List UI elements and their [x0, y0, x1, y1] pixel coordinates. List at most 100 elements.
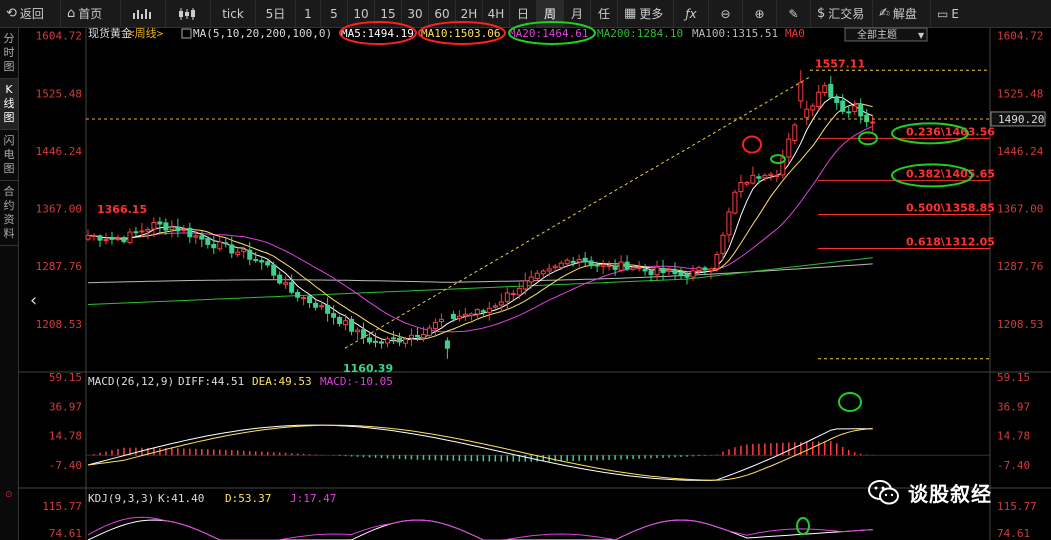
chart-area: 1604.72 1604.72 1525.48 1525.48 1446.24 1446.… — [18, 21, 1051, 540]
price-tick-right: 1287.76 — [997, 260, 1043, 273]
candle-body — [480, 310, 486, 313]
ma100-line — [87, 263, 873, 284]
candle-body — [810, 105, 816, 111]
candle-body — [870, 121, 876, 124]
candle-body — [630, 267, 636, 270]
candle-body — [151, 221, 157, 230]
candle-body — [109, 237, 115, 240]
candle-body — [798, 82, 804, 102]
candle-body — [498, 301, 504, 306]
candle-body — [624, 261, 630, 270]
candle-body — [444, 340, 450, 349]
price-tick-left: 1604.72 — [36, 30, 82, 43]
kdj-legend: D:53.37 — [225, 492, 271, 505]
candle-body — [325, 304, 331, 314]
candle-body — [462, 313, 468, 317]
chevron-left-icon: ‹ — [30, 290, 37, 311]
candle-body — [438, 318, 444, 322]
low-label: 1160.39 — [343, 362, 393, 375]
candle-body — [319, 305, 325, 308]
candle-body — [522, 280, 528, 290]
macd-legend: MACD:-10.05 — [320, 375, 393, 388]
price-tick-right: 1208.53 — [997, 318, 1043, 331]
candle-body — [331, 313, 337, 318]
candle-body — [504, 292, 510, 302]
candle-body — [337, 316, 343, 325]
candle-body — [414, 334, 420, 337]
candle-body — [654, 266, 660, 276]
candle-body — [804, 108, 810, 118]
price-tick-left: 1525.48 — [36, 87, 82, 100]
candle-body — [169, 226, 175, 230]
candle-body — [355, 329, 361, 333]
candle-body — [786, 138, 792, 158]
candle-body — [115, 238, 121, 241]
candle-body — [612, 265, 618, 270]
price-tick-right: 1604.72 — [997, 30, 1043, 43]
macd-dea-line — [87, 424, 873, 481]
candle-body — [552, 265, 558, 269]
candle-body — [636, 267, 642, 270]
price-tick-left: 1367.00 — [36, 203, 82, 216]
candle-body — [492, 305, 498, 308]
candle-body — [558, 262, 564, 268]
candle-body — [223, 242, 229, 245]
candle-body — [510, 293, 516, 296]
macd-legend: DEA:49.53 — [252, 375, 312, 388]
price-tick-right: 1446.24 — [997, 145, 1044, 158]
candle-body — [133, 231, 139, 234]
candle-body — [852, 105, 858, 112]
candle-body — [618, 261, 624, 271]
kdj-legend: KDJ(9,3,3) — [88, 492, 154, 505]
candle-body — [792, 124, 798, 141]
candle-body — [271, 264, 277, 276]
candle-body — [678, 271, 684, 276]
candle-body — [726, 211, 732, 236]
candle-body — [594, 264, 600, 267]
candle-body — [229, 244, 235, 254]
candle-body — [570, 260, 576, 264]
candle-body — [289, 282, 295, 293]
highlight-circle-red — [742, 135, 762, 154]
fib-label: 0.618\1312.05 — [906, 236, 995, 249]
candle-body — [211, 244, 217, 249]
candle-body — [426, 327, 432, 336]
fib-label: 0.236\1463.56 — [906, 125, 995, 138]
price-panel — [18, 28, 1051, 540]
candle-body — [564, 259, 570, 265]
candle-body — [768, 173, 774, 176]
candle-body — [259, 260, 265, 263]
candle-body — [720, 234, 726, 254]
candle-body — [402, 338, 408, 344]
candle-body — [528, 276, 534, 283]
candle-body — [684, 273, 690, 278]
candle-body — [582, 257, 588, 263]
candle-body — [247, 249, 253, 260]
candle-body — [486, 307, 492, 313]
candle-body — [361, 329, 367, 338]
kdj-legend: J:17.47 — [290, 492, 336, 505]
kdj-tick-left: 115.77 — [42, 500, 82, 513]
legend-item: MA200:1284.10 — [597, 27, 683, 40]
legend-item: MA10:1503.06 — [421, 27, 500, 40]
candle-body — [822, 85, 828, 93]
candle-body — [690, 270, 696, 278]
macd-tick-right: 14.78 — [997, 430, 1030, 443]
high-label: 1557.11 — [815, 57, 865, 70]
candle-body — [864, 114, 870, 123]
candle-body — [199, 235, 205, 240]
candle-body — [744, 182, 750, 185]
legend-item: MA100:1315.51 — [692, 27, 778, 40]
chevron-down-icon: ▼ — [918, 31, 925, 40]
kdj-legend: K:41.40 — [158, 492, 204, 505]
candle-body — [390, 337, 396, 340]
macd-tick-left: -7.40 — [49, 459, 82, 472]
legend-item: MA5:1494.19 — [341, 27, 414, 40]
trendline — [344, 76, 811, 349]
candle-body — [295, 291, 301, 298]
macd-tick-right: -7.40 — [997, 459, 1030, 472]
candle-body — [660, 267, 666, 274]
highlight-circle-green — [838, 392, 862, 412]
candle-body — [121, 237, 127, 243]
kdj-j-line — [87, 516, 873, 540]
